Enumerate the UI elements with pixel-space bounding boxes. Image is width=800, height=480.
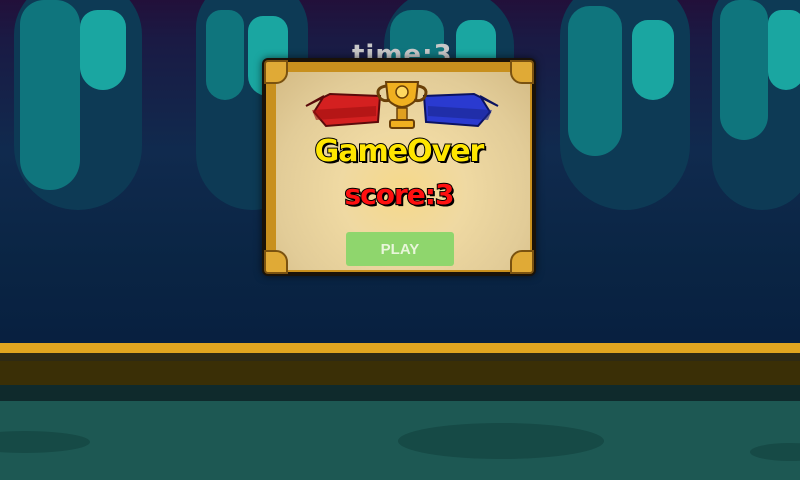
floor-edge: [0, 385, 800, 401]
background-pillar: [14, 0, 142, 210]
floor-trim: [0, 343, 800, 353]
floor-band: [0, 361, 800, 385]
frame-corner: [264, 250, 288, 274]
play-button[interactable]: PLAY: [346, 232, 454, 266]
frame-corner: [264, 60, 288, 84]
floor-trim-shadow: [0, 353, 800, 361]
floor-shadow: [0, 431, 90, 453]
background-pillar: [712, 0, 800, 210]
floor: [0, 401, 800, 480]
background-pillar: [560, 0, 690, 210]
trophy-banner: [305, 81, 499, 129]
score-label: score:3: [344, 177, 456, 212]
game-over-title: GameOver: [314, 133, 486, 170]
frame-corner: [510, 60, 534, 84]
game-scene: time:3 GameOver score:3 PLAY: [0, 0, 800, 480]
trophy-icon: [376, 81, 428, 129]
frame-corner: [510, 250, 534, 274]
game-over-dialog: GameOver score:3 PLAY: [262, 58, 536, 276]
floor-shadow: [398, 423, 604, 459]
floor-shadow: [750, 443, 800, 461]
